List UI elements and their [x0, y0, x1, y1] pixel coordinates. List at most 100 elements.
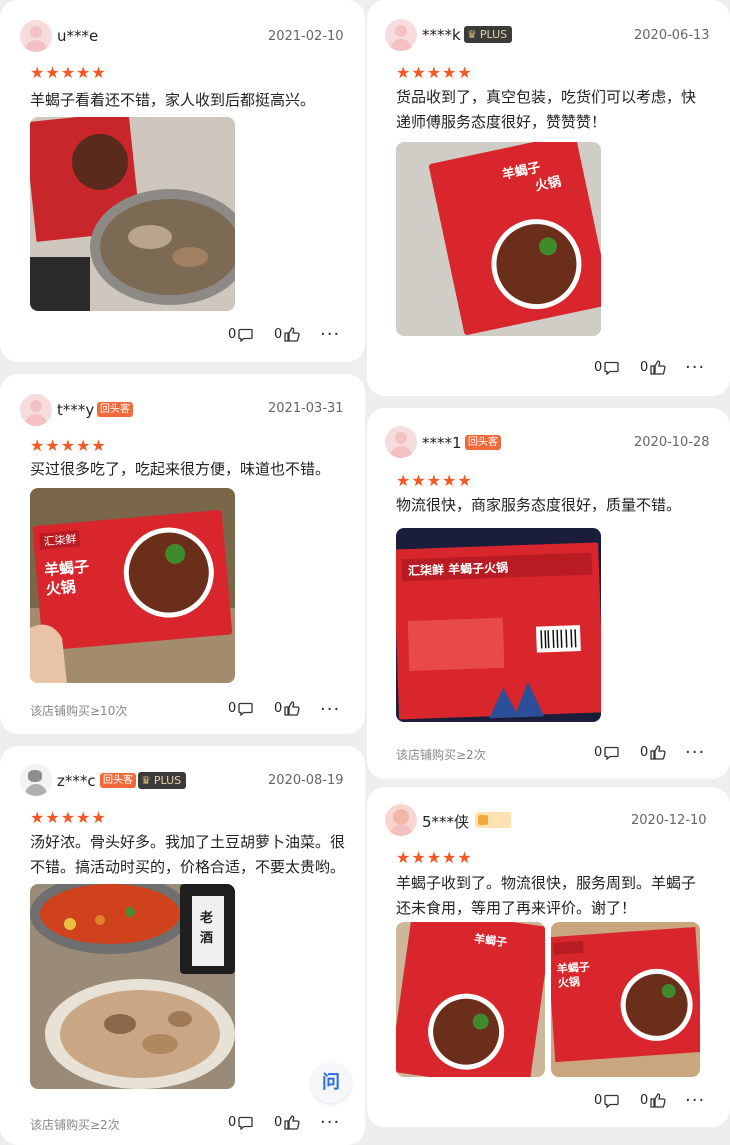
- review-date: 2020-08-19: [268, 773, 344, 788]
- comment-icon: [238, 702, 253, 716]
- star-rating: ★★★★★: [396, 63, 473, 82]
- like-count: 0: [274, 701, 283, 716]
- comment-count: 0: [228, 1115, 237, 1130]
- svg-text:老: 老: [199, 910, 213, 926]
- avatar[interactable]: [385, 426, 417, 458]
- ask-question-button[interactable]: 问: [311, 1063, 351, 1103]
- comment-button[interactable]: 0: [594, 360, 619, 375]
- more-options-icon[interactable]: ···: [685, 744, 705, 762]
- like-button[interactable]: 0: [274, 1115, 300, 1130]
- crown-icon: ♛: [467, 28, 477, 41]
- more-options-icon[interactable]: ···: [320, 326, 340, 344]
- like-button[interactable]: 0: [640, 1093, 666, 1108]
- comment-button[interactable]: 0: [228, 701, 253, 716]
- thumbs-up-icon: [650, 745, 666, 760]
- more-options-icon[interactable]: ···: [320, 1114, 340, 1132]
- thumbs-up-icon: [284, 701, 300, 716]
- comment-button[interactable]: 0: [594, 745, 619, 760]
- review-text: 买过很多吃了，吃起来很方便，味道也不错。: [30, 460, 331, 478]
- plus-member-badge: ♛ PLUS: [464, 26, 513, 43]
- username: 5***侠: [422, 813, 470, 831]
- repeat-customer-badge: 回头客: [97, 402, 133, 417]
- comment-count: 0: [594, 745, 603, 760]
- avatar[interactable]: [385, 804, 417, 836]
- comment-icon: [604, 746, 619, 760]
- review-photo[interactable]: 老 酒: [30, 884, 235, 1089]
- star-rating: ★★★★★: [30, 808, 107, 827]
- comment-count: 0: [594, 360, 603, 375]
- review-photo[interactable]: 汇柒鲜 羊蝎子 火锅: [30, 488, 235, 683]
- review-date: 2021-02-10: [268, 29, 344, 44]
- username: ****k: [422, 26, 461, 44]
- review-text: 汤好浓。骨头好多。我加了土豆胡萝卜油菜。很不错。搞活动时买的，价格合适，不要太贵…: [30, 833, 346, 876]
- star-rating: ★★★★★: [30, 436, 107, 455]
- comment-icon: [238, 1116, 253, 1130]
- svg-text:火锅: 火锅: [557, 974, 580, 990]
- comment-icon: [238, 328, 253, 342]
- review-photo[interactable]: [30, 117, 235, 311]
- thumbs-up-icon: [284, 327, 300, 342]
- more-options-icon[interactable]: ···: [320, 701, 340, 719]
- crown-icon: ♛: [141, 774, 151, 787]
- like-button[interactable]: 0: [640, 745, 666, 760]
- comment-count: 0: [228, 701, 237, 716]
- review-card: ****k ♛ PLUS 2020-06-13 ★★★★★ 货品收到了，真空包装，…: [367, 0, 730, 396]
- review-card: t***y 回头客 2021-03-31 ★★★★★ 买过很多吃了，吃起来很方便…: [0, 374, 365, 734]
- like-button[interactable]: 0: [274, 327, 300, 342]
- comment-button[interactable]: 0: [594, 1093, 619, 1108]
- review-photo[interactable]: 羊蝎子 火锅: [551, 922, 700, 1077]
- more-options-icon[interactable]: ···: [685, 1092, 705, 1110]
- review-card: 5***侠 2020-12-10 ★★★★★ 羊蝎子收到了。物流很快，服务周到。…: [367, 787, 730, 1127]
- username: t***y: [57, 401, 95, 419]
- purchase-count-note: 该店铺购买≥2次: [396, 748, 486, 762]
- username: ****1: [422, 434, 462, 452]
- star-rating: ★★★★★: [396, 848, 473, 867]
- star-rating: ★★★★★: [396, 471, 473, 490]
- review-card: u***e 2021-02-10 ★★★★★ 羊蝎子看着还不错，家人收到后都挺高…: [0, 0, 365, 362]
- review-text: 物流很快，商家服务态度很好，质量不错。: [396, 496, 682, 514]
- star-rating: ★★★★★: [30, 63, 107, 82]
- like-count: 0: [274, 1115, 283, 1130]
- review-photo[interactable]: 羊蝎子 火锅: [396, 142, 601, 336]
- review-date: 2020-12-10: [631, 813, 707, 828]
- review-text: 羊蝎子看着还不错，家人收到后都挺高兴。: [30, 91, 316, 109]
- like-count: 0: [640, 1093, 649, 1108]
- like-button[interactable]: 0: [640, 360, 666, 375]
- avatar[interactable]: [20, 20, 52, 52]
- username: z***c: [57, 772, 96, 790]
- review-date: 2020-10-28: [634, 435, 710, 450]
- review-date: 2021-03-31: [268, 401, 344, 416]
- more-options-icon[interactable]: ···: [685, 359, 705, 377]
- plus-member-badge: ♛ PLUS: [138, 772, 187, 789]
- repeat-customer-badge: 回头客: [465, 435, 501, 450]
- like-count: 0: [274, 327, 283, 342]
- gift-box-icon: [478, 815, 488, 825]
- comment-button[interactable]: 0: [228, 1115, 253, 1130]
- repeat-customer-badge: 回头客: [100, 773, 136, 788]
- review-photo[interactable]: 羊蝎子: [396, 922, 545, 1077]
- like-button[interactable]: 0: [274, 701, 300, 716]
- review-photo[interactable]: 汇柒鲜 羊蝎子火锅: [396, 528, 601, 722]
- svg-text:酒: 酒: [200, 931, 213, 946]
- comment-count: 0: [594, 1093, 603, 1108]
- comment-icon: [604, 361, 619, 375]
- username: u***e: [57, 27, 99, 45]
- review-date: 2020-06-13: [634, 28, 710, 43]
- comment-button[interactable]: 0: [228, 327, 253, 342]
- comment-icon: [604, 1094, 619, 1108]
- avatar[interactable]: [385, 19, 417, 51]
- thumbs-up-icon: [650, 1093, 666, 1108]
- svg-text:火锅: 火锅: [45, 578, 76, 599]
- svg-text:羊蝎子: 羊蝎子: [556, 959, 590, 975]
- purchase-count-note: 该店铺购买≥10次: [30, 704, 128, 718]
- purchase-count-note: 该店铺购买≥2次: [30, 1118, 120, 1132]
- avatar[interactable]: [20, 394, 52, 426]
- svg-text:汇柒鲜: 汇柒鲜: [43, 532, 77, 549]
- review-card: ****1 回头客 2020-10-28 ★★★★★ 物流很快，商家服务态度很好…: [367, 408, 730, 779]
- thumbs-up-icon: [650, 360, 666, 375]
- review-text: 羊蝎子收到了。物流很快，服务周到。羊蝎子还未食用，等用了再来评价。谢了！: [396, 874, 697, 917]
- avatar[interactable]: [20, 764, 52, 796]
- thumbs-up-icon: [284, 1115, 300, 1130]
- review-text: 货品收到了，真空包装，吃货们可以考虑，快递师傅服务态度很好，赞赞赞！: [396, 88, 697, 131]
- like-count: 0: [640, 360, 649, 375]
